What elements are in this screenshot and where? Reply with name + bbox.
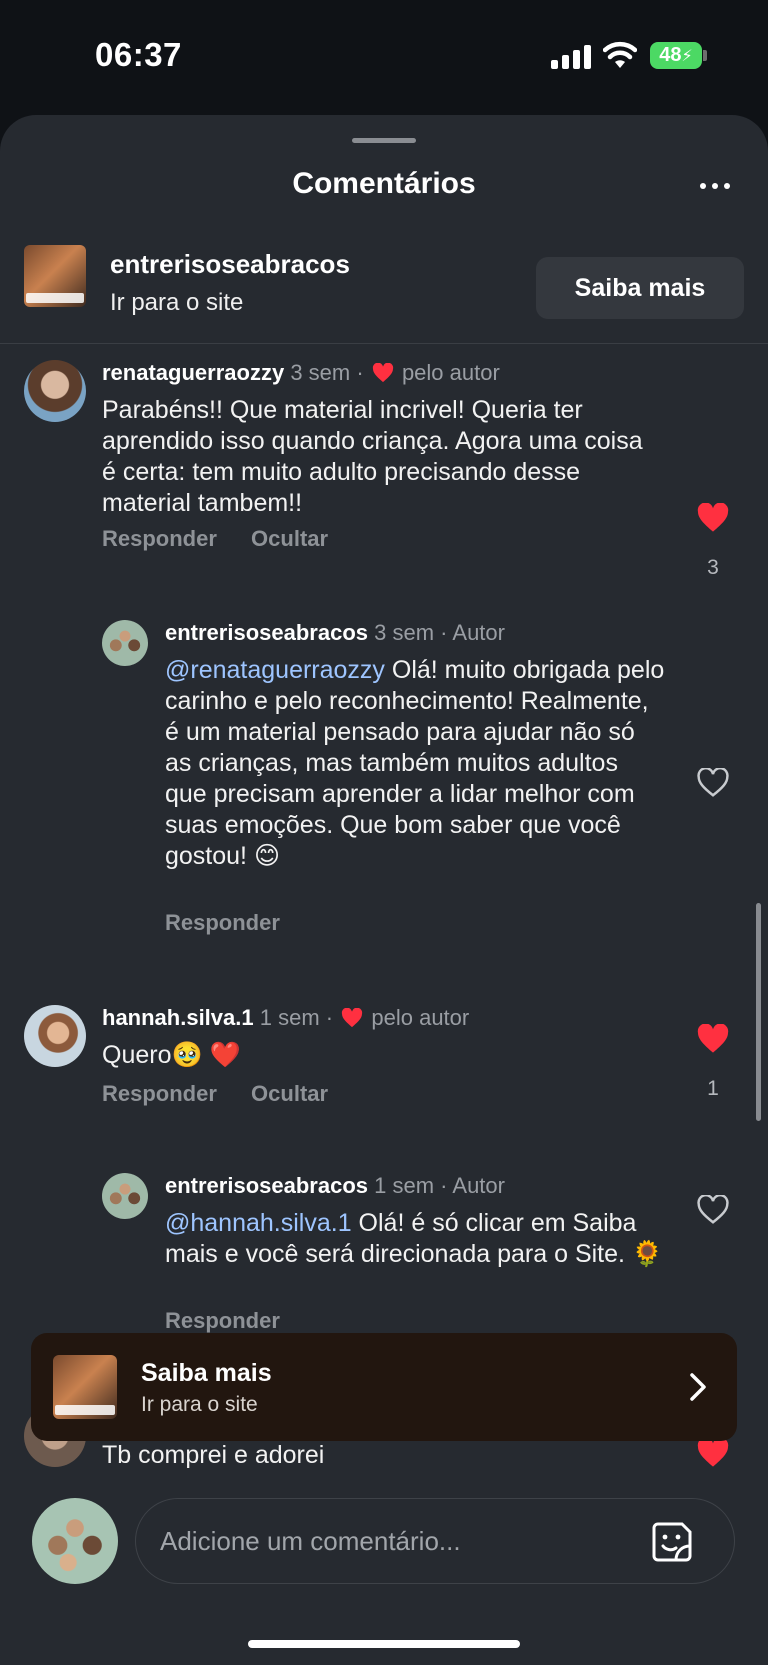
heart-filled-icon[interactable] — [696, 1024, 730, 1054]
comment-meta: hannah.silva.1 1 sem · pelo autor — [102, 1005, 470, 1030]
comment-time: 1 sem — [374, 1173, 435, 1198]
liked-by-author-label: pelo autor — [371, 1005, 470, 1030]
comment-text: Parabéns!! Que material incrivel! Queria… — [102, 396, 643, 517]
home-indicator[interactable] — [248, 1640, 520, 1648]
avatar — [32, 1498, 118, 1584]
wifi-icon — [603, 41, 637, 68]
comment-text: @renataguerraozzy Olá! muito obrigada pe… — [165, 656, 665, 870]
reply-button[interactable]: Responder — [102, 1081, 217, 1106]
comment-time: 3 sem — [290, 360, 351, 385]
mention-link[interactable]: @renataguerraozzy — [165, 656, 385, 684]
reply-button[interactable]: Responder — [102, 526, 217, 551]
saiba-mais-button[interactable]: Saiba mais — [536, 257, 744, 319]
comment-time: 1 sem — [259, 1005, 320, 1030]
ad-thumbnail[interactable] — [24, 245, 86, 307]
sticker-icon[interactable] — [650, 1520, 694, 1564]
comment-meta: renataguerraozzy 3 sem · pelo autor — [102, 360, 500, 385]
liked-by-author-label: pelo autor — [401, 360, 500, 385]
reply-button[interactable]: Responder — [165, 1308, 280, 1333]
battery-level: 48 — [659, 44, 682, 66]
comment-username[interactable]: entrerisoseabracos — [165, 620, 368, 645]
chevron-right-icon — [690, 1373, 706, 1401]
comment-username[interactable]: entrerisoseabracos — [165, 1173, 368, 1198]
more-horizontal-icon[interactable] — [690, 173, 740, 199]
author-label: · Autor — [440, 1173, 505, 1198]
promo-title: Saiba mais — [141, 1359, 272, 1387]
comment-text: Quero🥹 ❤️ — [102, 1041, 241, 1069]
battery-icon: 48 ⚡ — [650, 42, 702, 69]
avatar[interactable] — [24, 360, 86, 422]
avatar[interactable] — [102, 1173, 148, 1219]
comment-composer — [0, 1468, 768, 1598]
promo-banner[interactable]: Saiba mais Ir para o site — [31, 1333, 737, 1441]
hide-button[interactable]: Ocultar — [251, 1081, 328, 1106]
reply-button[interactable]: Responder — [165, 910, 280, 935]
comment-actions: Responder Ocultar — [102, 526, 356, 552]
comment-text: Tb comprei e adorei — [102, 1441, 325, 1469]
scrollbar[interactable] — [756, 903, 761, 1121]
comment-input[interactable] — [135, 1498, 735, 1584]
heart-filled-icon — [372, 363, 393, 383]
like-count: 1 — [707, 1077, 719, 1100]
heart-outline-icon[interactable] — [696, 1195, 730, 1225]
divider — [0, 343, 768, 344]
signal-icon — [551, 43, 591, 69]
status-time: 06:37 — [95, 36, 182, 73]
heart-filled-icon — [342, 1008, 363, 1028]
heart-outline-icon[interactable] — [696, 768, 730, 798]
comment-username[interactable]: renataguerraozzy — [102, 360, 284, 385]
battery-cap — [703, 50, 707, 61]
sheet-grabber[interactable] — [352, 138, 416, 143]
avatar[interactable] — [102, 620, 148, 666]
author-label: · Autor — [440, 620, 505, 645]
comment-meta: entrerisoseabracos 1 sem · Autor — [165, 1173, 505, 1199]
avatar[interactable] — [24, 1005, 86, 1067]
heart-filled-icon[interactable] — [696, 503, 730, 533]
promo-thumbnail — [53, 1355, 117, 1419]
mention-link[interactable]: @hannah.silva.1 — [165, 1209, 352, 1237]
hide-button[interactable]: Ocultar — [251, 526, 328, 551]
like-count: 3 — [707, 556, 719, 579]
sheet-title: Comentários — [292, 167, 476, 200]
comment-meta: entrerisoseabracos 3 sem · Autor — [165, 620, 505, 646]
comment-time: 3 sem — [374, 620, 435, 645]
comment-actions: Responder — [165, 1308, 308, 1334]
comment-actions: Responder Ocultar — [102, 1081, 356, 1107]
ad-account-name[interactable]: entrerisoseabracos — [110, 249, 350, 280]
ad-subtitle[interactable]: Ir para o site — [110, 289, 243, 317]
comment-actions: Responder — [165, 910, 308, 936]
heart-filled-icon[interactable] — [696, 1438, 730, 1468]
comment-username[interactable]: hannah.silva.1 — [102, 1005, 254, 1030]
status-bar: 06:37 48 ⚡ — [0, 0, 768, 110]
comment-text: @hannah.silva.1 Olá! é só clicar em Saib… — [165, 1209, 664, 1268]
ad-header: entrerisoseabracos Ir para o site Saiba … — [0, 245, 768, 345]
promo-subtitle: Ir para o site — [141, 1393, 258, 1416]
